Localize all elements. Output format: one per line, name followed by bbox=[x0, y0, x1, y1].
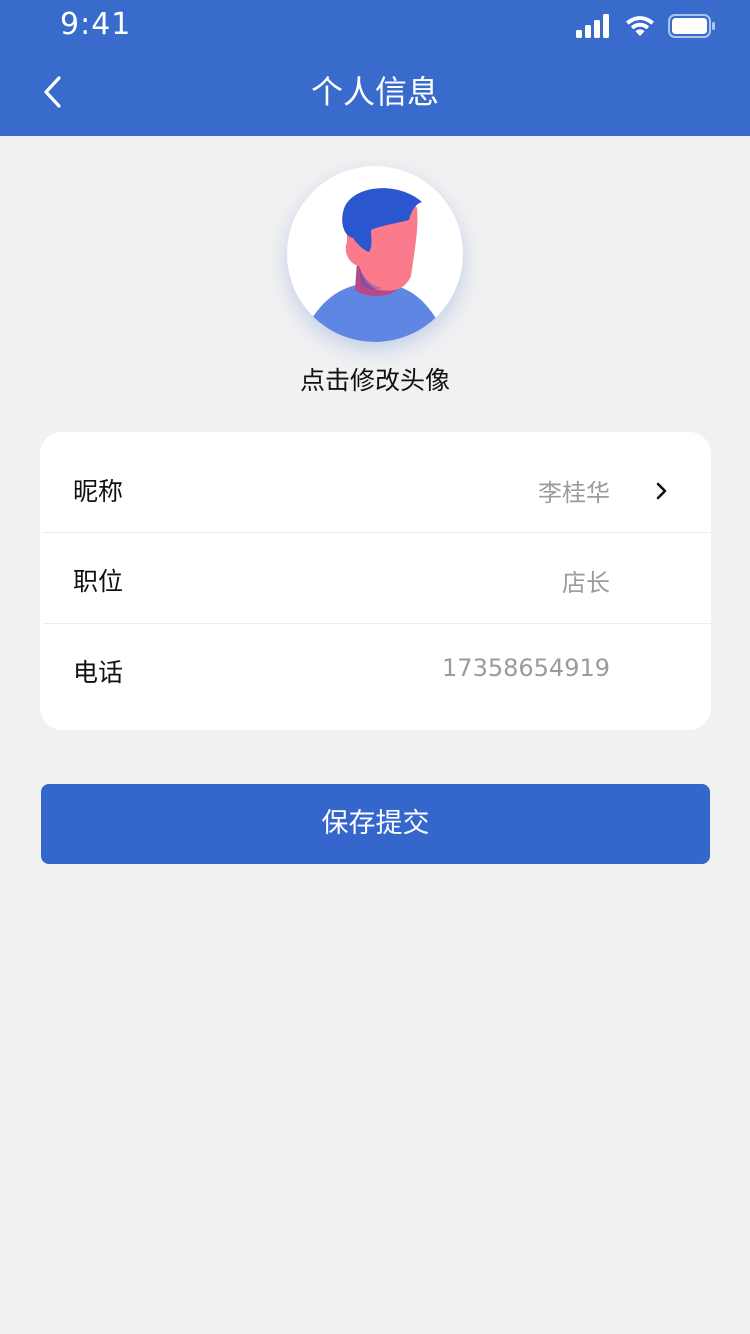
status-time: 9:41 bbox=[60, 7, 132, 42]
profile-card: 昵称 李桂华 职位 店长 电话 17358654919 bbox=[40, 432, 711, 730]
position-value: 店长 bbox=[562, 569, 610, 597]
avatar[interactable] bbox=[287, 166, 463, 342]
page-title: 个人信息 bbox=[310, 73, 439, 111]
position-label: 职位 bbox=[73, 567, 124, 596]
chevron-right-icon bbox=[656, 482, 667, 500]
avatar-caption[interactable]: 点击修改头像 bbox=[0, 364, 750, 398]
wifi-icon bbox=[626, 16, 654, 36]
avatar-illustration bbox=[311, 188, 437, 342]
phone-value: 17358654919 bbox=[442, 654, 610, 682]
save-submit-button[interactable]: 保存提交 bbox=[41, 784, 710, 864]
nickname-value: 李桂华 bbox=[538, 479, 610, 507]
nickname-row[interactable]: 昵称 李桂华 bbox=[40, 432, 711, 532]
phone-row: 电话 17358654919 bbox=[40, 624, 711, 730]
phone-label: 电话 bbox=[73, 658, 124, 687]
position-row: 职位 店长 bbox=[40, 533, 711, 623]
app-header: 9:41 个人信息 bbox=[0, 0, 750, 136]
battery-icon bbox=[668, 14, 715, 38]
status-icons bbox=[576, 12, 716, 40]
signal-icon bbox=[576, 14, 609, 38]
nickname-label: 昵称 bbox=[73, 477, 124, 506]
